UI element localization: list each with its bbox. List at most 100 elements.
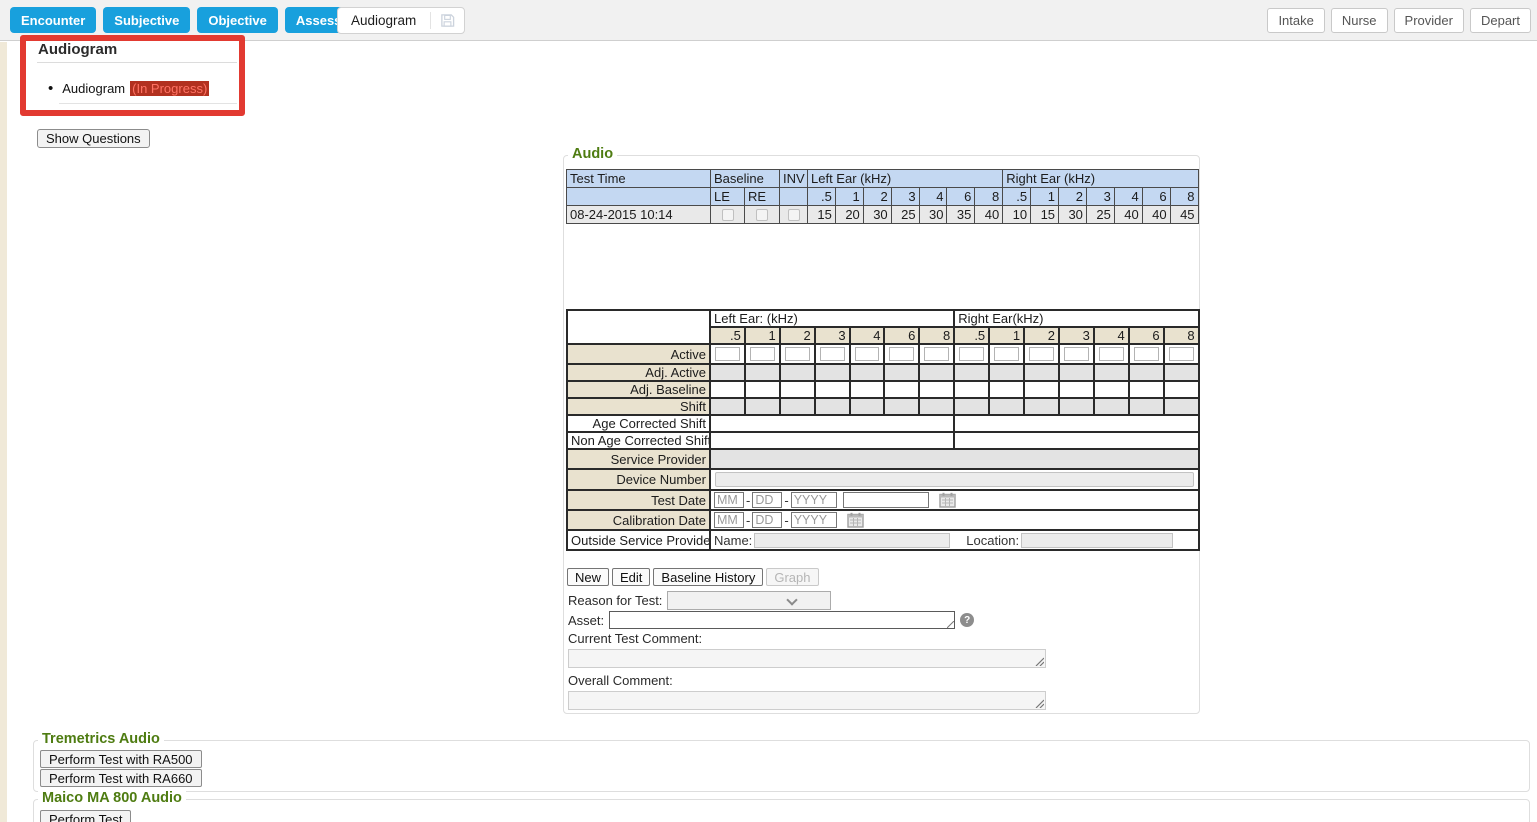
active-input[interactable]	[855, 347, 880, 361]
asset-label: Asset:	[568, 613, 604, 628]
freq-header: 1	[1031, 188, 1059, 206]
asset-input[interactable]	[609, 611, 955, 629]
col-re: RE	[745, 188, 780, 206]
help-icon[interactable]: ?	[960, 613, 974, 627]
test-time-value[interactable]: 08-24-2015 10:14	[567, 206, 711, 224]
right-value: 25	[1086, 206, 1114, 224]
calendar-icon[interactable]	[847, 512, 864, 528]
freq-header: 4	[850, 327, 885, 344]
col-left-ear: Left Ear (kHz)	[808, 170, 1003, 188]
col-test-time: Test Time	[567, 170, 711, 188]
freq-header: 8	[919, 327, 954, 344]
right-value: 40	[1142, 206, 1170, 224]
baseline-history-button[interactable]: Baseline History	[653, 568, 763, 586]
test-date-mm-input[interactable]	[714, 492, 744, 508]
forms-section-title: Audiogram	[38, 41, 117, 58]
test-date-dd-input[interactable]	[752, 492, 782, 508]
audiogram-form-link[interactable]: Audiogram	[62, 81, 125, 96]
row-label-device-number: Device Number	[567, 469, 710, 490]
current-comment-textarea[interactable]	[568, 649, 1046, 668]
inv-cell	[780, 206, 808, 224]
reason-row: Reason for Test:	[568, 591, 831, 610]
active-input[interactable]	[715, 347, 740, 361]
reason-label: Reason for Test:	[568, 593, 662, 608]
nurse-button[interactable]: Nurse	[1331, 8, 1388, 33]
dash: -	[784, 513, 788, 528]
row-label-non-age-shift: Non Age Corrected Shift	[567, 432, 710, 449]
active-input[interactable]	[1169, 347, 1194, 361]
row-label-adj-baseline: Adj. Baseline	[567, 381, 710, 398]
freq-header: 4	[1114, 188, 1142, 206]
right-ear-header: Right Ear(kHz)	[954, 310, 1198, 327]
freq-header: 8	[1164, 327, 1199, 344]
maico-legend: Maico MA 800 Audio	[38, 790, 186, 806]
freq-header: 3	[815, 327, 850, 344]
audio-legend: Audio	[568, 146, 617, 162]
active-input[interactable]	[1064, 347, 1089, 361]
graph-button[interactable]: Graph	[766, 568, 818, 586]
active-input[interactable]	[820, 347, 845, 361]
active-input[interactable]	[750, 347, 775, 361]
perform-test-ra660-button[interactable]: Perform Test with RA660	[40, 769, 202, 787]
freq-header: 4	[1094, 327, 1129, 344]
active-input[interactable]	[785, 347, 810, 361]
freq-header: 6	[947, 188, 975, 206]
stage-buttons: Intake Nurse Provider Depart	[1267, 8, 1531, 33]
tab-audiogram[interactable]: Audiogram	[337, 7, 465, 34]
tremetrics-legend: Tremetrics Audio	[38, 731, 164, 747]
save-icon[interactable]	[431, 13, 464, 28]
overall-comment-textarea[interactable]	[568, 691, 1046, 710]
active-input[interactable]	[1029, 347, 1054, 361]
asset-row: Asset: ?	[568, 611, 974, 629]
active-input[interactable]	[924, 347, 949, 361]
edit-button[interactable]: Edit	[612, 568, 650, 586]
baseline-le-checkbox[interactable]	[722, 209, 734, 221]
row-label-test-date: Test Date	[567, 490, 710, 510]
freq-header: 8	[975, 188, 1003, 206]
intake-button[interactable]: Intake	[1267, 8, 1324, 33]
test-time-input[interactable]	[843, 492, 929, 508]
test-date-yyyy-input[interactable]	[791, 492, 837, 508]
nav-button-encounter[interactable]: Encounter	[10, 7, 96, 33]
freq-header: 2	[1024, 327, 1059, 344]
freq-header: 4	[919, 188, 947, 206]
calibration-date-mm-input[interactable]	[714, 512, 744, 528]
show-questions-button[interactable]: Show Questions	[37, 129, 150, 148]
left-value: 30	[919, 206, 947, 224]
nav-button-subjective[interactable]: Subjective	[103, 7, 190, 33]
list-item-audiogram: • Audiogram (In Progress)	[48, 80, 209, 97]
outside-name-input[interactable]	[754, 533, 950, 548]
perform-test-button[interactable]: Perform Test	[40, 810, 131, 822]
non-age-shift-right-cell	[954, 432, 1198, 449]
nav-button-objective[interactable]: Objective	[197, 7, 278, 33]
active-input[interactable]	[994, 347, 1019, 361]
calibration-date-dd-input[interactable]	[752, 512, 782, 528]
row-label-service-provider: Service Provider	[567, 449, 710, 469]
device-number-input[interactable]	[715, 472, 1194, 487]
right-value: 45	[1170, 206, 1198, 224]
inv-checkbox[interactable]	[788, 209, 800, 221]
active-input[interactable]	[1099, 347, 1124, 361]
right-value: 10	[1003, 206, 1031, 224]
provider-button[interactable]: Provider	[1394, 8, 1464, 33]
left-value: 35	[947, 206, 975, 224]
baseline-re-checkbox[interactable]	[756, 209, 768, 221]
active-input[interactable]	[889, 347, 914, 361]
status-badge: (In Progress)	[130, 81, 209, 96]
left-value: 25	[891, 206, 919, 224]
freq-header: 1	[835, 188, 863, 206]
right-value: 30	[1059, 206, 1087, 224]
left-ear-header: Left Ear: (kHz)	[710, 310, 954, 327]
new-button[interactable]: New	[567, 568, 609, 586]
reason-select[interactable]	[667, 591, 831, 610]
depart-button[interactable]: Depart	[1470, 8, 1531, 33]
row-label-calibration-date: Calibration Date	[567, 510, 710, 530]
active-input[interactable]	[1134, 347, 1159, 361]
calibration-date-yyyy-input[interactable]	[791, 512, 837, 528]
perform-test-ra500-button[interactable]: Perform Test with RA500	[40, 750, 202, 768]
outside-location-input[interactable]	[1021, 533, 1173, 548]
empty-cell	[567, 310, 710, 344]
audio-tests-table: Test Time Baseline INV Left Ear (kHz) Ri…	[566, 169, 1199, 224]
active-input[interactable]	[959, 347, 984, 361]
calendar-icon[interactable]	[939, 492, 956, 508]
